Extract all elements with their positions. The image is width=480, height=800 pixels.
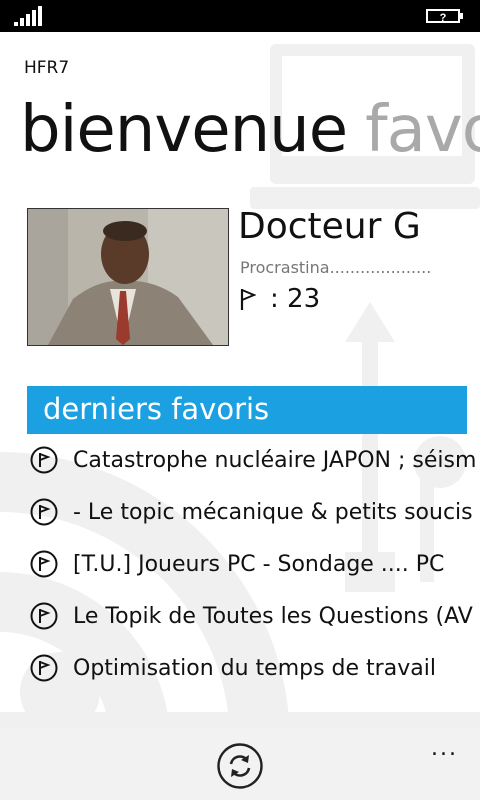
svg-text:?: ? — [440, 12, 447, 24]
user-status: Procrastina.................... — [240, 258, 432, 277]
pivot-header: bienvenuefavo — [20, 88, 480, 172]
list-item-label: - Le topic mécanique & petits soucis — [73, 499, 473, 525]
list-item[interactable]: [T.U.] Joueurs PC - Sondage .... PC — [30, 538, 480, 590]
status-bar: ? — [0, 0, 480, 32]
user-name: Docteur G — [238, 206, 421, 247]
list-item[interactable]: Le Topik de Toutes les Questions (AV — [30, 590, 480, 642]
pivot-item-favoris[interactable]: favo — [365, 93, 480, 167]
circle-flag-icon — [30, 498, 58, 526]
favorites-section-title: derniers favoris — [43, 392, 270, 426]
more-button[interactable]: ... — [431, 736, 458, 761]
favorites-section-header: derniers favoris — [27, 386, 467, 434]
circle-flag-icon — [30, 602, 58, 630]
pivot-item-bienvenue[interactable]: bienvenue — [20, 93, 348, 167]
list-item-label: Catastrophe nucléaire JAPON ; séism — [73, 447, 477, 473]
signal-strength-icon — [14, 6, 42, 26]
circle-flag-icon — [30, 654, 58, 682]
battery-icon: ? — [396, 8, 466, 24]
list-item-label: Optimisation du temps de travail — [73, 655, 436, 681]
app-bar: ... — [0, 728, 480, 800]
avatar — [27, 208, 229, 346]
message-count: : 23 — [240, 284, 320, 314]
app-title: HFR7 — [24, 58, 70, 78]
refresh-icon[interactable] — [216, 742, 264, 790]
list-item[interactable]: Optimisation du temps de travail — [30, 642, 480, 694]
list-item-label: [T.U.] Joueurs PC - Sondage .... PC — [73, 551, 445, 577]
message-count-text: : 23 — [270, 284, 321, 314]
flag-icon — [240, 289, 256, 310]
circle-flag-icon — [30, 550, 58, 578]
list-item-label: Le Topik de Toutes les Questions (AV — [73, 603, 473, 629]
circle-flag-icon — [30, 446, 58, 474]
list-item[interactable]: Catastrophe nucléaire JAPON ; séism — [30, 434, 480, 486]
list-item[interactable]: - Le topic mécanique & petits soucis — [30, 486, 480, 538]
